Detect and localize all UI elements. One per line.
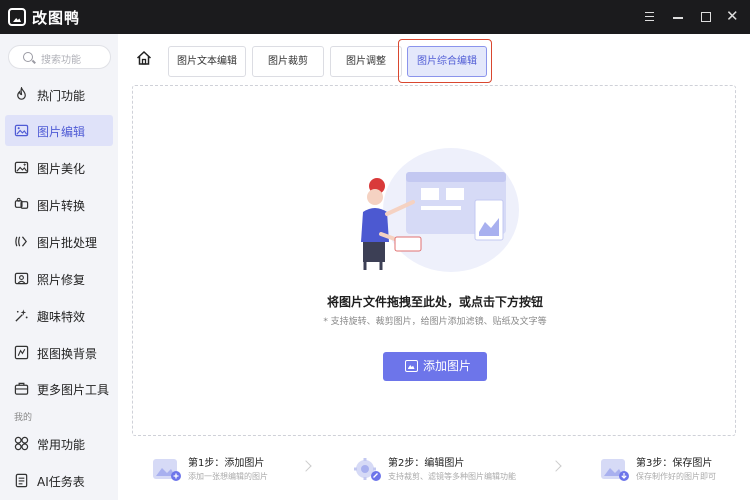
- sidebar-item-label: 抠图换背景: [37, 347, 98, 361]
- sparkle-icon: [15, 309, 28, 322]
- search-input[interactable]: 搜索功能: [8, 45, 111, 69]
- drop-zone-subtitle: * 支持旋转、裁剪图片，给图片添加滤镜、贴纸及文字等: [323, 317, 547, 327]
- sidebar-item-beautify[interactable]: 图片美化: [5, 152, 113, 183]
- minimize-icon[interactable]: [670, 9, 686, 25]
- sidebar-item-cutout[interactable]: 抠图换背景: [5, 337, 113, 368]
- main-panel: 图片文本编辑 图片裁剪 图片调整 图片综合编辑 将图片文件拖拽至此处，或点击下方…: [118, 34, 750, 500]
- sidebar-item-favorites[interactable]: 常用功能: [5, 428, 113, 459]
- sidebar-item-image-edit[interactable]: 图片编辑: [5, 115, 113, 146]
- sidebar-item-label: 常用功能: [37, 438, 86, 452]
- step-desc: 保存制作好的图片即可: [636, 472, 716, 481]
- photo-repair-icon: [14, 272, 29, 285]
- sidebar-section-label: 我的: [14, 413, 33, 423]
- batch-icon: [15, 236, 27, 247]
- step-2: 第2步：编辑图片 支持裁剪、滤镜等多种图片编辑功能: [352, 450, 522, 496]
- toolbox-icon: [14, 382, 29, 395]
- image-edit-icon: [14, 124, 29, 137]
- sidebar-item-hot[interactable]: 热门功能: [5, 79, 113, 110]
- app-title: 改图鸭: [32, 9, 81, 27]
- sidebar-item-label: 图片批处理: [37, 236, 98, 250]
- step-desc: 添加一张想编辑的图片: [188, 472, 268, 481]
- sidebar-item-label: 热门功能: [37, 89, 86, 103]
- tab-adjust[interactable]: 图片调整: [330, 46, 402, 77]
- add-image-button-label: 添加图片: [423, 359, 472, 373]
- sidebar-item-label: 图片转换: [37, 199, 86, 213]
- home-icon[interactable]: [136, 50, 152, 66]
- sidebar-item-label: 照片修复: [37, 273, 86, 287]
- drop-zone[interactable]: 将图片文件拖拽至此处，或点击下方按钮 * 支持旋转、裁剪图片，给图片添加滤镜、贴…: [132, 85, 736, 436]
- drop-zone-title: 将图片文件拖拽至此处，或点击下方按钮: [326, 295, 543, 309]
- sidebar-item-ai-tasks[interactable]: AI任务表: [5, 465, 113, 496]
- sidebar-item-label: 趣味特效: [37, 310, 86, 324]
- step-3: 第3步：保存图片 保存制作好的图片即可: [600, 450, 750, 496]
- sidebar-item-label: 更多图片工具: [37, 383, 110, 397]
- cutout-icon: [14, 345, 29, 360]
- chevron-right-icon: [550, 460, 562, 472]
- sidebar-item-more-tools[interactable]: 更多图片工具: [5, 373, 113, 404]
- sidebar: 搜索功能 热门功能 图片编辑 图片美化 图片转换 图片批处理 照片修复 趣味特效…: [0, 34, 118, 500]
- step-title: 第1步：添加图片: [188, 458, 265, 469]
- save-image-icon: [601, 459, 629, 481]
- menu-icon[interactable]: [642, 9, 658, 25]
- sidebar-item-convert[interactable]: 图片转换: [5, 189, 113, 220]
- steps-bar: 第1步：添加图片 添加一张想编辑的图片 第2步：编辑图片 支持裁剪、滤镜等多种图…: [118, 446, 750, 500]
- close-icon[interactable]: ✕: [725, 8, 741, 25]
- edit-gear-icon: [354, 458, 381, 481]
- sidebar-item-batch[interactable]: 图片批处理: [5, 226, 113, 257]
- tab-text-edit[interactable]: 图片文本编辑: [168, 46, 246, 77]
- task-list-icon: [15, 473, 28, 488]
- image-beautify-icon: [14, 161, 29, 174]
- tab-highlight-box: [398, 39, 492, 83]
- step-title: 第3步：保存图片: [636, 458, 713, 469]
- title-bar: 改图鸭 ✕: [0, 0, 750, 34]
- image-icon: [405, 360, 418, 372]
- maximize-icon[interactable]: [698, 9, 714, 25]
- sidebar-item-label: 图片编辑: [37, 125, 86, 139]
- step-1: 第1步：添加图片 添加一张想编辑的图片: [152, 450, 322, 496]
- sidebar-item-label: 图片美化: [37, 162, 86, 176]
- sidebar-item-photo-repair[interactable]: 照片修复: [5, 263, 113, 294]
- step-title: 第2步：编辑图片: [388, 458, 465, 469]
- tab-crop[interactable]: 图片裁剪: [252, 46, 324, 77]
- add-image-button[interactable]: 添加图片: [383, 352, 487, 381]
- upload-illustration: [361, 148, 519, 272]
- flame-icon: [17, 87, 26, 100]
- search-placeholder: 搜索功能: [41, 55, 81, 66]
- grid-icon: [14, 436, 29, 451]
- step-desc: 支持裁剪、滤镜等多种图片编辑功能: [388, 472, 516, 481]
- sidebar-item-effects[interactable]: 趣味特效: [5, 300, 113, 331]
- sidebar-item-label: AI任务表: [37, 475, 85, 489]
- add-image-icon: [153, 459, 181, 481]
- search-icon: [23, 52, 33, 62]
- app-logo-icon: [8, 8, 26, 26]
- convert-icon: [14, 197, 29, 209]
